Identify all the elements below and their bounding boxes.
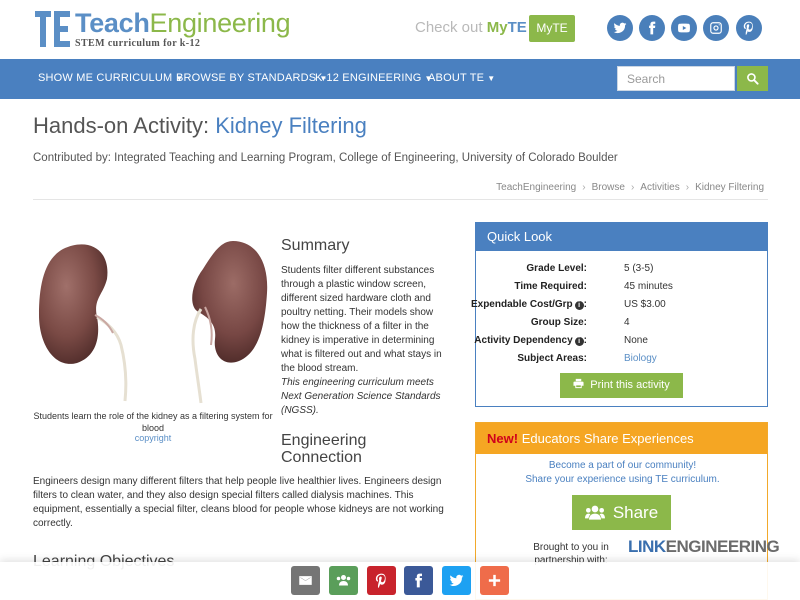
facebook-icon (415, 573, 422, 588)
search-icon (747, 73, 759, 85)
engineering-connection-heading: Engineering Connection (281, 432, 367, 466)
twitter-share-button[interactable] (442, 566, 471, 595)
twitter-icon (449, 574, 464, 586)
pinterest-share-button[interactable] (367, 566, 396, 595)
search-button[interactable] (737, 66, 768, 91)
print-activity-button[interactable]: Print this activity (560, 373, 683, 398)
grade-level-label: Grade Level: (526, 263, 587, 274)
teachengineering-logo[interactable]: TeachEngineering STEM curriculum for k-1… (35, 8, 295, 49)
print-icon (573, 378, 584, 389)
community-line: Become a part of our community! (548, 460, 697, 471)
info-icon[interactable]: i (574, 301, 584, 310)
logo-wordmark: TeachEngineering (75, 8, 291, 38)
chevron-down-icon: ▼ (487, 74, 496, 83)
nav-show-me-curriculum[interactable]: SHOW ME CURRICULUM ▼ (38, 72, 184, 84)
chevron-right-icon: › (582, 182, 586, 193)
title-divider (33, 199, 768, 200)
activity-dependency-label: Activity Dependency i: (474, 335, 587, 346)
email-icon (299, 576, 312, 585)
activity-dependency-value: None (624, 335, 648, 346)
summary-text: Students filter different substances thr… (281, 265, 442, 374)
contributed-by: Contributed by: Integrated Teaching and … (33, 152, 618, 164)
page-title: Hands-on Activity: Kidney Filtering (33, 113, 367, 138)
ngss-note: This engineering curriculum meets Next G… (281, 377, 441, 416)
chevron-right-icon: › (630, 182, 635, 193)
copyright-link[interactable]: copyright (33, 433, 273, 443)
pinterest-icon (375, 573, 386, 588)
breadcrumb-teachengineering[interactable]: TeachEngineering (496, 182, 576, 193)
checkout-myte-text: Check out MyTE (415, 19, 527, 36)
summary-heading: Summary (281, 237, 350, 254)
image-caption: Students learn the role of the kidney as… (33, 411, 273, 433)
search-input[interactable]: Search (617, 66, 735, 91)
main-nav: SHOW ME CURRICULUM ▼ BROWSE BY STANDARDS ▼… (0, 59, 800, 99)
group-icon (584, 505, 605, 520)
time-required-value: 45 minutes (624, 281, 673, 292)
breadcrumb-activities[interactable]: Activities (640, 182, 679, 193)
breadcrumb-current: Kidney Filtering (695, 182, 764, 193)
email-share-button[interactable] (291, 566, 320, 595)
group-size-label: Group Size: (530, 317, 587, 328)
more-share-button[interactable] (480, 566, 509, 595)
breadcrumb: TeachEngineering › Browse › Activities › Kidne… (496, 182, 764, 193)
facebook-icon[interactable] (639, 15, 665, 41)
twitter-icon[interactable] (607, 15, 633, 41)
quick-look-panel: Quick Look Grade Level: 5 (3-5) Time Req… (471, 222, 768, 407)
youtube-icon[interactable] (671, 15, 697, 41)
instagram-icon[interactable] (703, 15, 729, 41)
group-size-value: 4 (624, 317, 630, 328)
educators-share-heading: New! Educators Share Experiences (476, 423, 767, 454)
group-share-button[interactable] (329, 566, 358, 595)
chevron-right-icon: › (685, 182, 690, 193)
subject-biology-link[interactable]: Biology (624, 353, 657, 364)
subject-areas-label: Subject Areas: (517, 353, 587, 364)
new-badge: New! (487, 431, 519, 446)
grade-level-value: 5 (3-5) (624, 263, 654, 274)
facebook-share-button[interactable] (404, 566, 433, 595)
linkengineering-logo[interactable]: LINKENGINEERING (628, 537, 780, 557)
share-experience-line: Share your experience using TE curriculu… (525, 474, 720, 485)
expendable-cost-label: Expendable Cost/Grp i: (470, 299, 587, 310)
info-icon[interactable]: i (574, 337, 584, 346)
logo-tagline: STEM curriculum for k-12 (75, 38, 201, 49)
group-icon (336, 575, 351, 586)
expendable-cost-value: US $3.00 (624, 299, 666, 310)
myte-wordmark: MyTE (486, 19, 527, 36)
kidney-image (39, 241, 268, 404)
quick-look-heading: Quick Look (476, 223, 767, 251)
myte-button[interactable]: MyTE (529, 15, 575, 42)
plus-icon (488, 574, 501, 587)
share-bar (0, 562, 800, 600)
nav-k12-engineering[interactable]: K-12 ENGINEERING ▼ (315, 72, 433, 84)
time-required-label: Time Required: (514, 281, 587, 292)
site-header: TeachEngineering STEM curriculum for k-1… (0, 0, 800, 58)
engineering-connection-text: Engineers design many different filters … (33, 476, 444, 529)
nav-about-te[interactable]: ABOUT TE ▼ (428, 72, 495, 84)
te-logo-mark (35, 11, 70, 47)
nav-browse-by-standards[interactable]: BROWSE BY STANDARDS ▼ (176, 72, 327, 84)
pinterest-icon[interactable] (736, 15, 762, 41)
breadcrumb-browse[interactable]: Browse (592, 182, 625, 193)
share-button[interactable]: Share (572, 495, 671, 530)
